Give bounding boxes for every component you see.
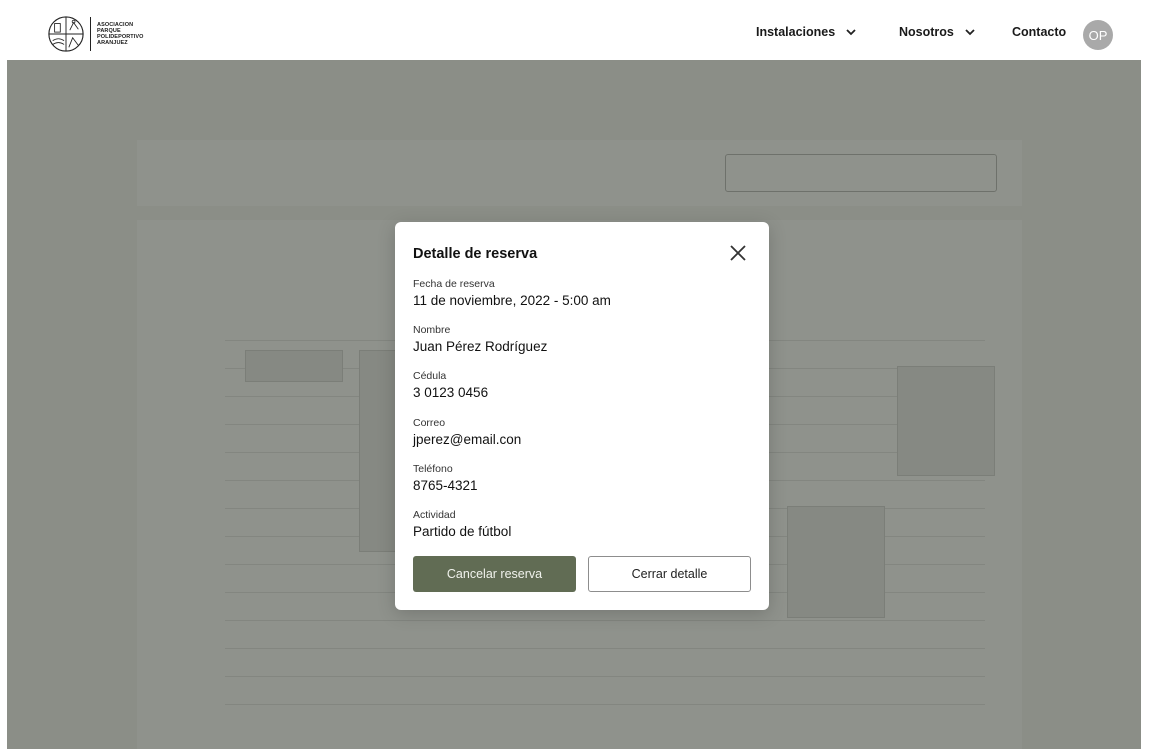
field-telefono: Teléfono 8765-4321 <box>413 463 478 495</box>
field-value: Juan Pérez Rodríguez <box>413 339 548 354</box>
field-value: 11 de noviembre, 2022 - 5:00 am <box>413 293 611 308</box>
field-actividad: Actividad Partido de fútbol <box>413 509 511 541</box>
field-value: Partido de fútbol <box>413 524 512 539</box>
logo-divider <box>90 17 91 51</box>
field-value: 3 0123 0456 <box>413 385 489 400</box>
chevron-down-icon <box>965 29 975 36</box>
nav-label: Contacto <box>1012 25 1067 39</box>
logo-emblem-icon <box>48 16 84 52</box>
chevron-down-icon <box>846 29 856 36</box>
field-correo: Correo jperez@email.con <box>413 417 521 449</box>
top-navbar: ASOCIACION PARQUE POLIDEPORTIVO ARANJUEZ… <box>7 9 1141 60</box>
close-detail-button[interactable]: Cerrar detalle <box>588 556 751 592</box>
field-fecha: Fecha de reserva 11 de noviembre, 2022 -… <box>413 278 611 310</box>
logo-line: ARANJUEZ <box>97 40 128 46</box>
field-cedula: Cédula 3 0123 0456 <box>413 370 488 402</box>
avatar-initials: OP <box>1088 27 1108 43</box>
field-value: jperez@email.con <box>413 432 522 447</box>
field-nombre: Nombre Juan Pérez Rodríguez <box>413 324 547 356</box>
nav-label: Instalaciones <box>756 25 836 39</box>
avatar[interactable]: OP <box>1083 20 1113 50</box>
nav-nosotros[interactable]: Nosotros <box>899 25 976 39</box>
field-label: Correo <box>413 417 446 429</box>
reservation-detail-modal: Detalle de reserva Fecha de reserva 11 d… <box>395 222 769 610</box>
cancel-reservation-button[interactable]: Cancelar reserva <box>413 556 576 592</box>
nav-contacto[interactable]: Contacto <box>1012 25 1066 39</box>
field-label: Actividad <box>413 509 456 521</box>
field-label: Teléfono <box>413 463 453 475</box>
nav-label: Nosotros <box>899 25 954 39</box>
field-value: 8765-4321 <box>413 478 478 493</box>
modal-title: Detalle de reserva <box>413 246 538 262</box>
field-label: Cédula <box>413 370 447 382</box>
logo-wordmark: ASOCIACION PARQUE POLIDEPORTIVO ARANJUEZ <box>97 22 157 46</box>
field-label: Fecha de reserva <box>413 278 495 290</box>
brand-logo[interactable]: ASOCIACION PARQUE POLIDEPORTIVO ARANJUEZ <box>47 14 157 54</box>
nav-instalaciones[interactable]: Instalaciones <box>756 25 857 39</box>
close-icon[interactable] <box>729 244 747 262</box>
field-label: Nombre <box>413 324 451 336</box>
